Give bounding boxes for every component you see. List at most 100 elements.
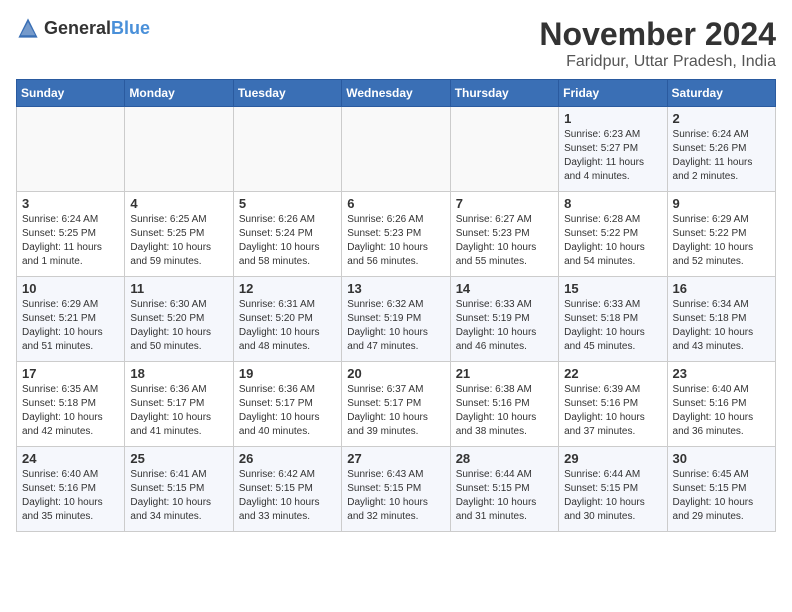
calendar-cell: 21 Sunrise: 6:38 AM Sunset: 5:16 PM Dayli… <box>450 362 558 447</box>
day-info: Sunrise: 6:33 AM Sunset: 5:18 PM Dayligh… <box>564 298 661 354</box>
logo-text-general: General <box>44 18 111 38</box>
day-number: 18 <box>130 366 227 381</box>
day-number: 28 <box>456 451 553 466</box>
calendar-cell: 19 Sunrise: 6:36 AM Sunset: 5:17 PM Dayli… <box>233 362 341 447</box>
day-number: 1 <box>564 111 661 126</box>
calendar-cell: 9 Sunrise: 6:29 AM Sunset: 5:22 PM Daylig… <box>667 192 775 277</box>
day-info: Sunrise: 6:33 AM Sunset: 5:19 PM Dayligh… <box>456 298 553 354</box>
calendar-cell: 24 Sunrise: 6:40 AM Sunset: 5:16 PM Dayli… <box>17 447 125 532</box>
day-info: Sunrise: 6:28 AM Sunset: 5:22 PM Dayligh… <box>564 213 661 269</box>
calendar-cell: 26Sunrise: 6:42 AM Sunset: 5:15 PM Dayli… <box>233 447 341 532</box>
logo-text-blue: Blue <box>111 18 150 38</box>
day-info: Sunrise: 6:35 AM Sunset: 5:18 PM Dayligh… <box>22 383 119 439</box>
day-info: Sunrise: 6:30 AM Sunset: 5:20 PM Dayligh… <box>130 298 227 354</box>
day-info: Sunrise: 6:37 AM Sunset: 5:17 PM Dayligh… <box>347 383 444 439</box>
day-number: 27 <box>347 451 444 466</box>
day-info: Sunrise: 6:36 AM Sunset: 5:17 PM Dayligh… <box>130 383 227 439</box>
logo-icon <box>16 16 40 40</box>
day-info: Sunrise: 6:26 AM Sunset: 5:24 PM Dayligh… <box>239 213 336 269</box>
week-row-2: 3 Sunrise: 6:24 AM Sunset: 5:25 PM Daylig… <box>17 192 776 277</box>
week-row-4: 17 Sunrise: 6:35 AM Sunset: 5:18 PM Dayli… <box>17 362 776 447</box>
calendar-cell: 28 Sunrise: 6:44 AM Sunset: 5:15 PM Dayli… <box>450 447 558 532</box>
day-number: 30 <box>673 451 770 466</box>
calendar-cell: 8 Sunrise: 6:28 AM Sunset: 5:22 PM Daylig… <box>559 192 667 277</box>
calendar-header: SundayMondayTuesdayWednesdayThursdayFrid… <box>17 80 776 107</box>
day-number: 21 <box>456 366 553 381</box>
day-number: 13 <box>347 281 444 296</box>
header-day-wednesday: Wednesday <box>342 80 450 107</box>
calendar-cell: 14 Sunrise: 6:33 AM Sunset: 5:19 PM Dayli… <box>450 277 558 362</box>
calendar-cell: 7 Sunrise: 6:27 AM Sunset: 5:23 PM Daylig… <box>450 192 558 277</box>
calendar-cell: 18 Sunrise: 6:36 AM Sunset: 5:17 PM Dayli… <box>125 362 233 447</box>
calendar-cell: 5Sunrise: 6:26 AM Sunset: 5:24 PM Daylig… <box>233 192 341 277</box>
week-row-3: 10Sunrise: 6:29 AM Sunset: 5:21 PM Dayli… <box>17 277 776 362</box>
day-number: 3 <box>22 196 119 211</box>
page-header: GeneralBlue November 2024 Faridpur, Utta… <box>16 16 776 71</box>
day-number: 2 <box>673 111 770 126</box>
day-number: 19 <box>239 366 336 381</box>
day-number: 9 <box>673 196 770 211</box>
day-info: Sunrise: 6:24 AM Sunset: 5:26 PM Dayligh… <box>673 128 770 184</box>
day-info: Sunrise: 6:36 AM Sunset: 5:17 PM Dayligh… <box>239 383 336 439</box>
day-info: Sunrise: 6:42 AM Sunset: 5:15 PM Dayligh… <box>239 468 336 524</box>
header-day-tuesday: Tuesday <box>233 80 341 107</box>
calendar-cell <box>17 107 125 192</box>
day-number: 25 <box>130 451 227 466</box>
calendar-cell: 2 Sunrise: 6:24 AM Sunset: 5:26 PM Daylig… <box>667 107 775 192</box>
day-info: Sunrise: 6:44 AM Sunset: 5:15 PM Dayligh… <box>456 468 553 524</box>
calendar-cell: 29Sunrise: 6:44 AM Sunset: 5:15 PM Dayli… <box>559 447 667 532</box>
calendar-body: 1 Sunrise: 6:23 AM Sunset: 5:27 PM Daylig… <box>17 107 776 532</box>
calendar-cell: 30 Sunrise: 6:45 AM Sunset: 5:15 PM Dayli… <box>667 447 775 532</box>
day-info: Sunrise: 6:39 AM Sunset: 5:16 PM Dayligh… <box>564 383 661 439</box>
week-row-5: 24 Sunrise: 6:40 AM Sunset: 5:16 PM Dayli… <box>17 447 776 532</box>
day-info: Sunrise: 6:38 AM Sunset: 5:16 PM Dayligh… <box>456 383 553 439</box>
calendar-cell: 23Sunrise: 6:40 AM Sunset: 5:16 PM Dayli… <box>667 362 775 447</box>
day-info: Sunrise: 6:32 AM Sunset: 5:19 PM Dayligh… <box>347 298 444 354</box>
calendar-cell: 27 Sunrise: 6:43 AM Sunset: 5:15 PM Dayli… <box>342 447 450 532</box>
logo: GeneralBlue <box>16 16 150 40</box>
day-info: Sunrise: 6:34 AM Sunset: 5:18 PM Dayligh… <box>673 298 770 354</box>
day-number: 12 <box>239 281 336 296</box>
calendar-cell: 6Sunrise: 6:26 AM Sunset: 5:23 PM Daylig… <box>342 192 450 277</box>
day-info: Sunrise: 6:44 AM Sunset: 5:15 PM Dayligh… <box>564 468 661 524</box>
day-number: 17 <box>22 366 119 381</box>
day-info: Sunrise: 6:45 AM Sunset: 5:15 PM Dayligh… <box>673 468 770 524</box>
day-info: Sunrise: 6:40 AM Sunset: 5:16 PM Dayligh… <box>22 468 119 524</box>
day-number: 7 <box>456 196 553 211</box>
day-info: Sunrise: 6:27 AM Sunset: 5:23 PM Dayligh… <box>456 213 553 269</box>
day-number: 4 <box>130 196 227 211</box>
header-day-monday: Monday <box>125 80 233 107</box>
calendar-cell: 13 Sunrise: 6:32 AM Sunset: 5:19 PM Dayli… <box>342 277 450 362</box>
day-info: Sunrise: 6:25 AM Sunset: 5:25 PM Dayligh… <box>130 213 227 269</box>
calendar-cell <box>125 107 233 192</box>
calendar-cell: 10Sunrise: 6:29 AM Sunset: 5:21 PM Dayli… <box>17 277 125 362</box>
day-info: Sunrise: 6:24 AM Sunset: 5:25 PM Dayligh… <box>22 213 119 269</box>
day-number: 14 <box>456 281 553 296</box>
week-row-1: 1 Sunrise: 6:23 AM Sunset: 5:27 PM Daylig… <box>17 107 776 192</box>
month-title: November 2024 <box>539 16 776 53</box>
day-number: 23 <box>673 366 770 381</box>
day-info: Sunrise: 6:23 AM Sunset: 5:27 PM Dayligh… <box>564 128 661 184</box>
calendar-cell: 1 Sunrise: 6:23 AM Sunset: 5:27 PM Daylig… <box>559 107 667 192</box>
day-info: Sunrise: 6:43 AM Sunset: 5:15 PM Dayligh… <box>347 468 444 524</box>
header-day-friday: Friday <box>559 80 667 107</box>
day-number: 8 <box>564 196 661 211</box>
day-number: 24 <box>22 451 119 466</box>
calendar-cell <box>233 107 341 192</box>
calendar-cell: 15 Sunrise: 6:33 AM Sunset: 5:18 PM Dayli… <box>559 277 667 362</box>
day-info: Sunrise: 6:29 AM Sunset: 5:22 PM Dayligh… <box>673 213 770 269</box>
day-number: 20 <box>347 366 444 381</box>
day-number: 10 <box>22 281 119 296</box>
day-number: 15 <box>564 281 661 296</box>
calendar-cell: 12 Sunrise: 6:31 AM Sunset: 5:20 PM Dayli… <box>233 277 341 362</box>
day-number: 11 <box>130 281 227 296</box>
day-number: 16 <box>673 281 770 296</box>
header-row: SundayMondayTuesdayWednesdayThursdayFrid… <box>17 80 776 107</box>
calendar-cell: 16 Sunrise: 6:34 AM Sunset: 5:18 PM Dayli… <box>667 277 775 362</box>
calendar-cell: 22 Sunrise: 6:39 AM Sunset: 5:16 PM Dayli… <box>559 362 667 447</box>
day-info: Sunrise: 6:31 AM Sunset: 5:20 PM Dayligh… <box>239 298 336 354</box>
day-info: Sunrise: 6:41 AM Sunset: 5:15 PM Dayligh… <box>130 468 227 524</box>
day-number: 22 <box>564 366 661 381</box>
calendar-table: SundayMondayTuesdayWednesdayThursdayFrid… <box>16 79 776 532</box>
calendar-cell: 20 Sunrise: 6:37 AM Sunset: 5:17 PM Dayli… <box>342 362 450 447</box>
